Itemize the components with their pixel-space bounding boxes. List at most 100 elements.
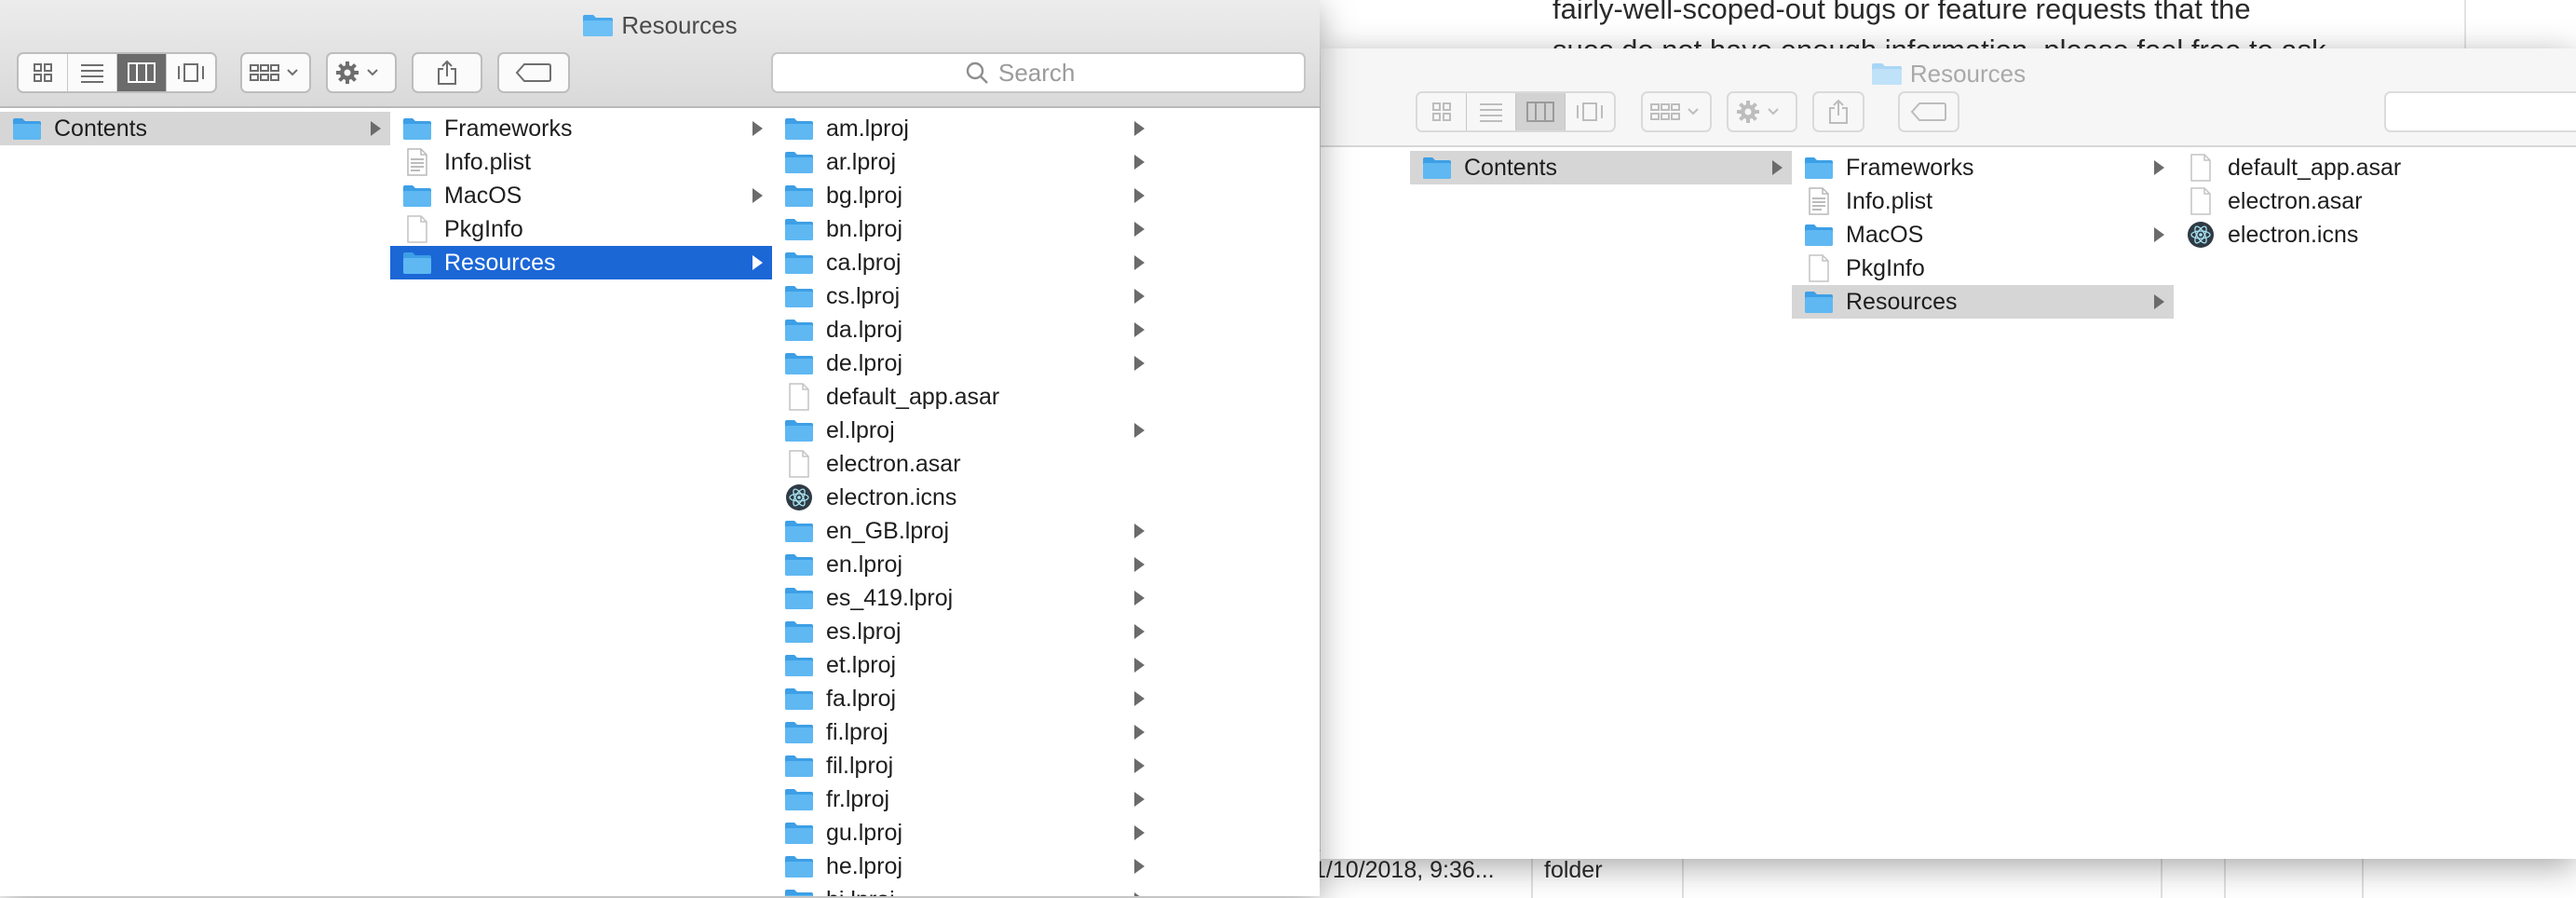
- file-row[interactable]: es_419.lproj: [772, 581, 1154, 615]
- file-name: da.lproj: [826, 316, 902, 343]
- file-row[interactable]: fil.lproj: [772, 749, 1154, 782]
- view-mode-control[interactable]: [17, 52, 217, 93]
- file-row[interactable]: default_app.asar: [2174, 151, 2576, 184]
- column-browser: Contents Frameworks Info.plist MacOS PkgInfo…: [1321, 147, 2576, 859]
- file-row[interactable]: Frameworks: [390, 112, 772, 145]
- file-row[interactable]: Contents: [1410, 151, 1792, 184]
- finder-window-back[interactable]: Resources Contents Frameworks Info.plist Ma…: [1321, 48, 2576, 859]
- share-button[interactable]: [1812, 91, 1864, 132]
- file-row[interactable]: fi.lproj: [772, 715, 1154, 749]
- disclosure-arrow-icon: [1134, 624, 1145, 639]
- browser-column[interactable]: Contents: [0, 108, 392, 896]
- file-row[interactable]: Resources: [390, 246, 772, 279]
- document-icon: [401, 215, 433, 243]
- search-field[interactable]: [2384, 91, 2576, 132]
- file-row[interactable]: cs.lproj: [772, 279, 1154, 313]
- file-row[interactable]: en_GB.lproj: [772, 514, 1154, 548]
- search-field[interactable]: [771, 52, 1306, 93]
- file-row[interactable]: Frameworks: [1792, 151, 2174, 184]
- browser-column[interactable]: am.lproj ar.lproj bg.lproj bn.lproj ca.lproj…: [772, 108, 1156, 896]
- file-row[interactable]: et.lproj: [772, 648, 1154, 682]
- browser-column[interactable]: Contents: [1410, 147, 1794, 859]
- file-row[interactable]: electron.icns: [772, 481, 1154, 514]
- file-row[interactable]: MacOS: [390, 179, 772, 212]
- tags-button[interactable]: [497, 52, 570, 93]
- finder-window-front[interactable]: Resources Contents Frameworks Info.plist Ma…: [0, 0, 1320, 896]
- file-name: ca.lproj: [826, 249, 902, 276]
- document-icon: [2185, 154, 2217, 182]
- gallery-view-button[interactable]: [167, 54, 215, 91]
- folder-icon: [783, 886, 815, 896]
- file-row[interactable]: default_app.asar: [772, 380, 1154, 414]
- file-row[interactable]: el.lproj: [772, 414, 1154, 447]
- disclosure-arrow-icon: [1134, 825, 1145, 840]
- file-name: fa.lproj: [826, 685, 897, 712]
- icon-view-button[interactable]: [1417, 93, 1467, 130]
- file-row[interactable]: es.lproj: [772, 615, 1154, 648]
- group-by-button[interactable]: [1641, 91, 1712, 132]
- file-row[interactable]: gu.lproj: [772, 816, 1154, 850]
- disclosure-arrow-icon: [1134, 121, 1145, 136]
- list-view-button[interactable]: [68, 54, 117, 91]
- list-view-button[interactable]: [1467, 93, 1516, 130]
- folder-icon: [582, 13, 614, 44]
- file-name: ar.lproj: [826, 148, 897, 175]
- file-row[interactable]: ar.lproj: [772, 145, 1154, 179]
- file-row[interactable]: Info.plist: [1792, 184, 2174, 218]
- folder-icon: [783, 785, 815, 813]
- gallery-view-button[interactable]: [1566, 93, 1614, 130]
- disclosure-arrow-icon: [1134, 255, 1145, 270]
- disclosure-arrow-icon: [1134, 356, 1145, 371]
- column-view-button[interactable]: [1516, 93, 1566, 130]
- action-menu-button[interactable]: [1727, 91, 1797, 132]
- browser-column[interactable]: [1154, 108, 1320, 896]
- view-mode-control[interactable]: [1416, 91, 1616, 132]
- group-by-button[interactable]: [240, 52, 311, 93]
- browser-column[interactable]: default_app.asar electron.asar electron.ic…: [2174, 147, 2576, 859]
- browser-column[interactable]: Frameworks Info.plist MacOS PkgInfo Resource…: [390, 108, 774, 896]
- file-name: en.lproj: [826, 551, 902, 578]
- file-row[interactable]: hi.lproj: [772, 883, 1154, 896]
- file-name: es.lproj: [826, 618, 902, 645]
- tags-button[interactable]: [1898, 91, 1959, 132]
- file-name: MacOS: [1846, 221, 1924, 248]
- file-row[interactable]: MacOS: [1792, 218, 2174, 252]
- file-row[interactable]: bg.lproj: [772, 179, 1154, 212]
- icon-view-button[interactable]: [19, 54, 68, 91]
- share-icon: [438, 60, 456, 85]
- file-row[interactable]: de.lproj: [772, 347, 1154, 380]
- disclosure-arrow-icon: [1134, 222, 1145, 237]
- disclosure-arrow-icon: [1134, 524, 1145, 538]
- file-row[interactable]: fa.lproj: [772, 682, 1154, 715]
- file-row[interactable]: fr.lproj: [772, 782, 1154, 816]
- file-name: MacOS: [444, 182, 522, 209]
- browser-column[interactable]: Frameworks Info.plist MacOS PkgInfo Resource…: [1792, 147, 2176, 859]
- file-row[interactable]: he.lproj: [772, 850, 1154, 883]
- toolbar: Resources: [0, 0, 1320, 108]
- file-row[interactable]: ca.lproj: [772, 246, 1154, 279]
- file-row[interactable]: electron.asar: [772, 447, 1154, 481]
- file-row[interactable]: en.lproj: [772, 548, 1154, 581]
- file-row[interactable]: Info.plist: [390, 145, 772, 179]
- browser-column[interactable]: [1321, 147, 1412, 859]
- file-row[interactable]: Contents: [0, 112, 390, 145]
- file-row[interactable]: electron.icns: [2174, 218, 2576, 252]
- search-input[interactable]: [997, 57, 1112, 88]
- folder-icon: [11, 115, 43, 143]
- column-view-button[interactable]: [117, 54, 167, 91]
- folder-icon: [1803, 221, 1835, 249]
- file-row[interactable]: bn.lproj: [772, 212, 1154, 246]
- file-row[interactable]: PkgInfo: [390, 212, 772, 246]
- gear-icon: [336, 61, 378, 84]
- action-menu-button[interactable]: [326, 52, 397, 93]
- share-button[interactable]: [412, 52, 482, 93]
- file-row[interactable]: da.lproj: [772, 313, 1154, 347]
- file-row[interactable]: am.lproj: [772, 112, 1154, 145]
- file-row[interactable]: PkgInfo: [1792, 252, 2174, 285]
- file-name: Frameworks: [444, 115, 573, 142]
- file-row[interactable]: electron.asar: [2174, 184, 2576, 218]
- plist-document-icon: [401, 148, 433, 176]
- folder-icon: [783, 819, 815, 847]
- file-name: electron.asar: [2228, 187, 2363, 214]
- file-row[interactable]: Resources: [1792, 285, 2174, 319]
